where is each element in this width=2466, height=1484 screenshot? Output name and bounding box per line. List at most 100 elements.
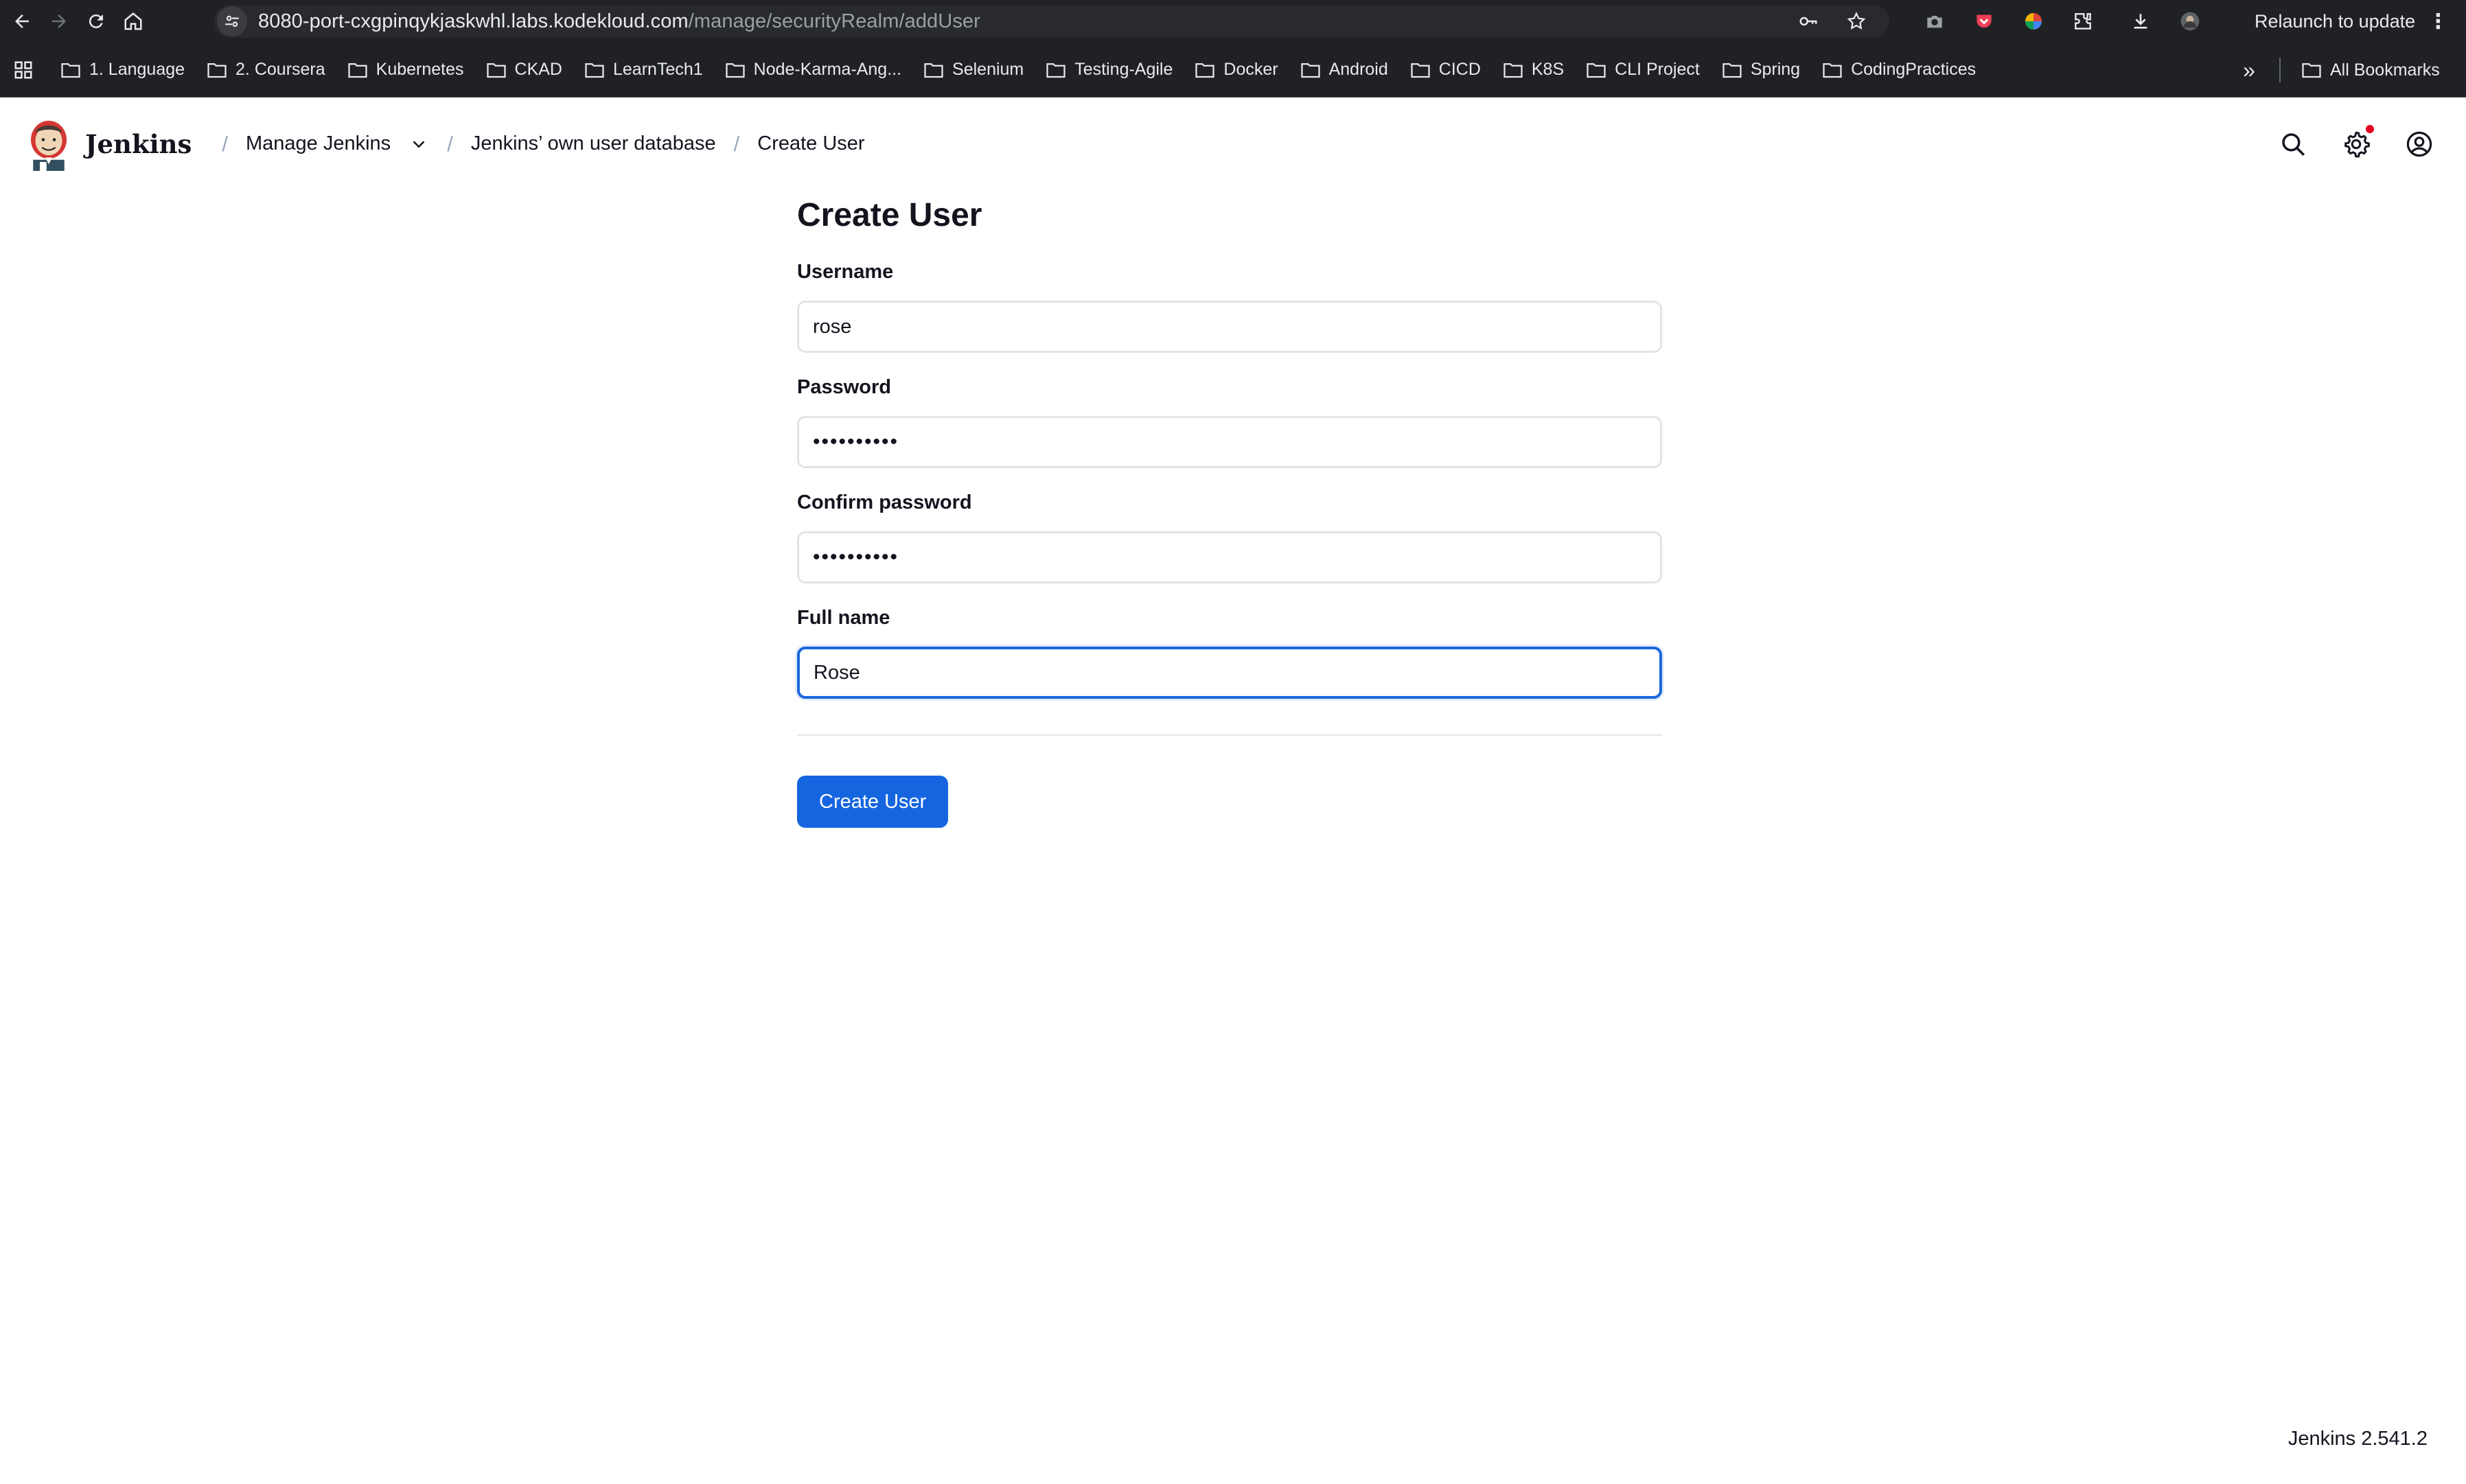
home-icon[interactable] <box>118 6 148 36</box>
folder-icon <box>1503 62 1523 78</box>
form-divider <box>797 734 1662 736</box>
all-bookmarks-label: All Bookmarks <box>2330 60 2440 80</box>
bookmark-label: CLI Project <box>1615 60 1700 79</box>
download-icon[interactable] <box>2125 6 2156 36</box>
folder-icon <box>486 62 506 78</box>
bookmarks-bar: 1. Language 2. Coursera Kubernetes CKAD … <box>0 43 2466 97</box>
breadcrumb: / Manage Jenkins / Jenkins’ own user dat… <box>204 132 864 156</box>
search-button[interactable] <box>2271 122 2315 166</box>
breadcrumb-separator: / <box>222 131 228 156</box>
chevron-down-icon[interactable] <box>408 134 429 154</box>
bookmark-label: 1. Language <box>89 60 185 79</box>
password-input[interactable]: •••••••••• <box>797 416 1662 468</box>
relaunch-button[interactable]: Relaunch to update ⋮ <box>2235 5 2461 38</box>
browser-toolbar: 8080-port-cxgpinqykjaskwhl.labs.kodeklou… <box>0 0 2466 43</box>
color-picker-icon[interactable] <box>2018 6 2049 36</box>
bookmark-folder[interactable]: CodingPractices <box>1814 52 1984 88</box>
bookmark-folder[interactable]: 2. Coursera <box>198 52 334 88</box>
folder-icon <box>1046 62 1065 78</box>
bookmark-folder[interactable]: Android <box>1292 52 1396 88</box>
folder-icon <box>1823 62 1842 78</box>
folder-icon <box>1300 62 1320 78</box>
bookmark-folder[interactable]: 1. Language <box>52 52 193 88</box>
create-user-form: Create User Username Password ••••••••••… <box>797 185 1662 828</box>
breadcrumb-separator: / <box>733 131 740 156</box>
bookmark-star-icon[interactable] <box>1841 6 1871 36</box>
bookmark-label: K8S <box>1531 60 1565 79</box>
more-bookmarks-icon[interactable]: » <box>2234 52 2264 88</box>
bookmark-folder[interactable]: K8S <box>1495 52 1572 88</box>
forward-icon[interactable] <box>44 6 74 36</box>
profile-avatar[interactable] <box>2175 6 2205 36</box>
url-host: 8080-port-cxgpinqykjaskwhl.labs.kodeklou… <box>258 10 689 32</box>
bookmark-label: Docker <box>1223 60 1278 79</box>
bookmark-label: LearnTech1 <box>613 60 703 79</box>
site-info-icon[interactable] <box>217 6 247 36</box>
bookmarks-divider <box>2279 58 2281 82</box>
fullname-input[interactable] <box>797 647 1662 699</box>
username-label: Username <box>797 261 894 283</box>
bookmark-label: Testing-Agile <box>1074 60 1173 79</box>
bookmark-label: Selenium <box>952 60 1024 79</box>
bookmark-label: Spring <box>1750 60 1801 79</box>
reload-icon[interactable] <box>81 6 111 36</box>
folder-icon <box>1195 62 1215 78</box>
jenkins-logo-icon[interactable] <box>26 117 71 171</box>
breadcrumb-user-database[interactable]: Jenkins’ own user database <box>471 132 716 155</box>
jenkins-header: Jenkins / Manage Jenkins / Jenkins’ own … <box>0 97 2466 190</box>
search-icon <box>2282 133 2305 156</box>
folder-icon <box>61 62 80 78</box>
username-input[interactable] <box>797 301 1662 353</box>
url-text: 8080-port-cxgpinqykjaskwhl.labs.kodeklou… <box>258 10 980 33</box>
bookmark-folder[interactable]: Testing-Agile <box>1037 52 1181 88</box>
fullname-label: Full name <box>797 607 890 629</box>
folder-icon <box>585 62 604 78</box>
bookmark-folder[interactable]: Spring <box>1714 52 1808 88</box>
relaunch-label: Relaunch to update <box>2255 10 2416 32</box>
bookmark-folder[interactable]: CKAD <box>478 52 571 88</box>
jenkins-version[interactable]: Jenkins 2.541.2 <box>2288 1428 2428 1450</box>
app-name[interactable]: Jenkins <box>85 129 192 159</box>
bookmark-label: CKAD <box>514 60 562 79</box>
page-title: Create User <box>797 197 982 233</box>
folder-icon <box>1722 62 1742 78</box>
password-key-icon[interactable] <box>1793 6 1823 36</box>
notification-dot <box>2366 125 2374 133</box>
bookmark-folder[interactable]: CLI Project <box>1578 52 1708 88</box>
folder-icon <box>348 62 367 78</box>
bookmark-label: Node-Karma-Ang... <box>753 60 902 79</box>
confirm-password-label: Confirm password <box>797 491 972 513</box>
folder-icon <box>2302 63 2321 78</box>
bookmark-folder[interactable]: Docker <box>1186 52 1286 88</box>
bookmark-folder[interactable]: CICD <box>1402 52 1489 88</box>
breadcrumb-manage-jenkins[interactable]: Manage Jenkins <box>246 132 391 155</box>
address-bar[interactable]: 8080-port-cxgpinqykjaskwhl.labs.kodeklou… <box>214 5 1889 38</box>
breadcrumb-create-user[interactable]: Create User <box>757 132 864 155</box>
create-user-button[interactable]: Create User <box>797 776 949 828</box>
password-label: Password <box>797 376 891 398</box>
bookmark-label: 2. Coursera <box>235 60 325 79</box>
extensions-icon[interactable] <box>2068 6 2098 36</box>
folder-icon <box>726 62 745 78</box>
camera-icon[interactable] <box>1920 6 1950 36</box>
user-circle-icon <box>2406 131 2432 157</box>
bookmark-folder[interactable]: Kubernetes <box>339 52 472 88</box>
folder-icon <box>207 62 227 78</box>
more-menu-icon[interactable]: ⋮ <box>2428 10 2448 34</box>
pocket-icon[interactable] <box>1969 6 1999 36</box>
bookmark-label: Kubernetes <box>376 60 464 79</box>
user-account-button[interactable] <box>2397 122 2441 166</box>
bookmark-label: CodingPractices <box>1851 60 1977 79</box>
manage-jenkins-button[interactable] <box>2334 122 2378 166</box>
confirm-password-input[interactable]: •••••••••• <box>797 531 1662 583</box>
bookmark-label: Android <box>1328 60 1388 79</box>
back-icon[interactable] <box>7 6 37 36</box>
folder-icon <box>1587 62 1606 78</box>
bookmark-folder[interactable]: Selenium <box>915 52 1032 88</box>
breadcrumb-separator: / <box>447 131 453 156</box>
all-bookmarks-folder[interactable]: All Bookmarks <box>2293 52 2448 88</box>
bookmark-folder[interactable]: Node-Karma-Ang... <box>717 52 910 88</box>
bookmark-folder[interactable]: LearnTech1 <box>576 52 711 88</box>
folder-icon <box>1411 62 1430 78</box>
apps-grid-icon[interactable] <box>10 56 37 84</box>
